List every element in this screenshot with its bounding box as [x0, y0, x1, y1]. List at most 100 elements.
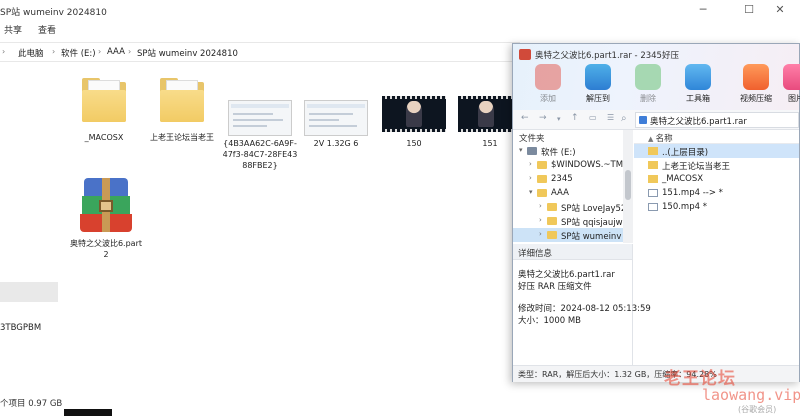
image-compress-label: 图片	[788, 94, 800, 103]
archive-icon	[639, 116, 647, 124]
column-header-label: 名称	[655, 134, 673, 144]
tree-item-aaa[interactable]: ▾ AAA	[513, 186, 632, 200]
toolbox-button[interactable]: 工具箱	[677, 64, 719, 104]
watermark-note: (谷歌会员)	[738, 405, 777, 414]
toolbox-icon	[685, 64, 711, 90]
breadcrumb-this-pc[interactable]: 此电脑	[18, 47, 44, 59]
chevron-down-icon[interactable]: ▾	[519, 146, 523, 154]
chevron-right-icon[interactable]: ›	[539, 230, 542, 238]
tree-item-drive-e[interactable]: ▾ 软件 (E:)	[513, 144, 632, 158]
chevron-right-icon: ›	[98, 47, 102, 56]
folder-icon	[648, 147, 658, 155]
nav-pane-selection[interactable]	[0, 282, 58, 302]
file-item-rar-part2[interactable]: 奥特之父波比6.part2	[68, 178, 144, 260]
archive-path-field[interactable]: 奥特之父波比6.part1.rar	[635, 112, 799, 128]
toolbox-label: 工具箱	[686, 94, 710, 103]
close-icon[interactable]: ✕	[773, 3, 787, 17]
view-icon[interactable]: ☰	[607, 113, 614, 122]
list-item-150-mp4[interactable]: 150.mp4 *	[634, 200, 799, 214]
chevron-right-icon[interactable]: ›	[539, 216, 542, 224]
zip-window-title: 奥特之父波比6.part1.rar - 2345好压	[535, 51, 679, 61]
video-compress-icon	[743, 64, 769, 90]
winrar-archive-icon	[80, 178, 132, 234]
list-item-151-mp4[interactable]: 151.mp4 --> *	[634, 186, 799, 200]
breadcrumb-drive-e[interactable]: 软件 (E:)	[61, 47, 96, 59]
file-item-macosx[interactable]: _MACOSX	[66, 76, 142, 143]
breadcrumb[interactable]: › 此电脑 › 软件 (E:) › AAA › SP站 wumeinv 2024…	[0, 42, 520, 62]
tab-view[interactable]: 查看	[38, 23, 56, 36]
image-compress-button[interactable]: 图片	[775, 64, 800, 104]
video-compress-button[interactable]: 视频压缩	[735, 64, 777, 104]
folder-icon	[160, 76, 204, 122]
folder-tree-header: 文件夹	[519, 134, 545, 144]
up-arrow-icon[interactable]: ↑	[571, 113, 579, 123]
file-item-video-150[interactable]: 150	[376, 96, 452, 149]
tree-item-sp-lovejay[interactable]: › SP站 LoveJay520 2	[513, 200, 632, 214]
list-item-laowang-folder[interactable]: 上老王论坛当老王	[634, 158, 799, 172]
video-thumbnail	[382, 96, 446, 132]
folder-icon	[82, 76, 126, 122]
zip-window: 奥特之父波比6.part1.rar - 2345好压 添加 解压到 删除 工具箱…	[512, 43, 800, 382]
folder-icon	[547, 231, 557, 239]
details-header: 详细信息	[513, 244, 632, 260]
list-item-parent-dir[interactable]: ..(上层目录)	[634, 144, 799, 158]
file-label: {4B3AA62C-6A9F-47f3-84C7-28FE4388FBE2}	[222, 139, 298, 170]
tree-item-label: $WINDOWS.~TMP	[551, 160, 629, 170]
add-button[interactable]: 添加	[527, 64, 569, 104]
chevron-right-icon[interactable]: ›	[539, 202, 542, 210]
chevron-right-icon[interactable]: ›	[529, 174, 532, 182]
folder-tree: 文件夹 ▾ 软件 (E:) › $WINDOWS.~TMP › 2345 ▾ A…	[513, 130, 633, 243]
zip-header: 奥特之父波比6.part1.rar - 2345好压 添加 解压到 删除 工具箱…	[513, 44, 800, 110]
file-item-laowang-folder[interactable]: 上老王论坛当老王	[144, 76, 220, 143]
file-label: 上老王论坛当老王	[150, 133, 214, 142]
tree-item-2345[interactable]: › 2345	[513, 172, 632, 186]
nav-pane-item[interactable]: 3TBGPBM	[0, 323, 41, 333]
tab-share[interactable]: 共享	[4, 23, 22, 36]
video-file-icon	[648, 189, 658, 197]
explorer-window-title: SP站 wumeinv 2024810	[0, 8, 107, 18]
extract-to-button[interactable]: 解压到	[577, 64, 619, 104]
back-arrow-icon[interactable]: ←	[521, 113, 529, 123]
chevron-right-icon: ›	[2, 47, 6, 56]
folder-icon	[547, 203, 557, 211]
explorer-title-bar: SP站 wumeinv 2024810 ─ ☐ ✕	[0, 0, 800, 20]
delete-button[interactable]: 删除	[627, 64, 669, 104]
watermark-url: laowang.vip	[702, 386, 800, 404]
chevron-down-icon[interactable]: ▾	[557, 115, 561, 123]
chevron-down-icon[interactable]: ▾	[529, 188, 533, 196]
file-item-2v-image[interactable]: 2V 1.32G 6	[298, 100, 374, 149]
delete-icon	[635, 64, 661, 90]
screenshot-thumbnail	[228, 100, 292, 136]
list-item-label: 上老王论坛当老王	[662, 162, 731, 172]
file-label: 2V 1.32G 6	[313, 139, 359, 148]
breadcrumb-aaa[interactable]: AAA	[107, 47, 125, 57]
details-size: 大小：1000 MB	[518, 316, 581, 326]
video-file-icon	[648, 203, 658, 211]
list-item-macosx[interactable]: _MACOSX	[634, 172, 799, 186]
forward-arrow-icon[interactable]: →	[539, 113, 547, 123]
list-item-label: _MACOSX	[662, 174, 704, 184]
delete-label: 删除	[640, 94, 656, 103]
folder-open-icon[interactable]: ▭	[589, 113, 597, 122]
folder-tree-scrollbar[interactable]	[623, 130, 633, 243]
breadcrumb-current-folder[interactable]: SP站 wumeinv 2024810	[137, 47, 238, 59]
screenshot-thumbnail	[304, 100, 368, 136]
tree-item-windows-tmp[interactable]: › $WINDOWS.~TMP	[513, 158, 632, 172]
folder-icon	[537, 175, 547, 183]
tree-item-label: AAA	[551, 188, 569, 198]
maximize-icon[interactable]: ☐	[742, 3, 756, 17]
file-item-guid-image[interactable]: {4B3AA62C-6A9F-47f3-84C7-28FE4388FBE2}	[222, 100, 298, 171]
drive-icon	[527, 147, 537, 155]
search-icon[interactable]: ⌕	[621, 113, 627, 124]
details-name: 奥特之父波比6.part1.rar	[518, 270, 615, 280]
add-label: 添加	[540, 94, 556, 103]
column-header-name[interactable]: ▲ 名称	[634, 130, 799, 144]
file-label: 150	[406, 139, 422, 148]
tree-item-sp-qqisjau[interactable]: › SP站 qqisjaujwhso	[513, 214, 632, 228]
chevron-right-icon[interactable]: ›	[529, 160, 532, 168]
list-item-label: ..(上层目录)	[662, 148, 709, 158]
folder-icon	[648, 161, 658, 169]
archive-file-list: ▲ 名称 ..(上层目录) 上老王论坛当老王 _MACOSX 151.mp4 -…	[634, 130, 799, 365]
minimize-icon[interactable]: ─	[696, 3, 710, 17]
tree-item-sp-wumeinv[interactable]: › SP站 wumeinv 202	[513, 228, 632, 242]
